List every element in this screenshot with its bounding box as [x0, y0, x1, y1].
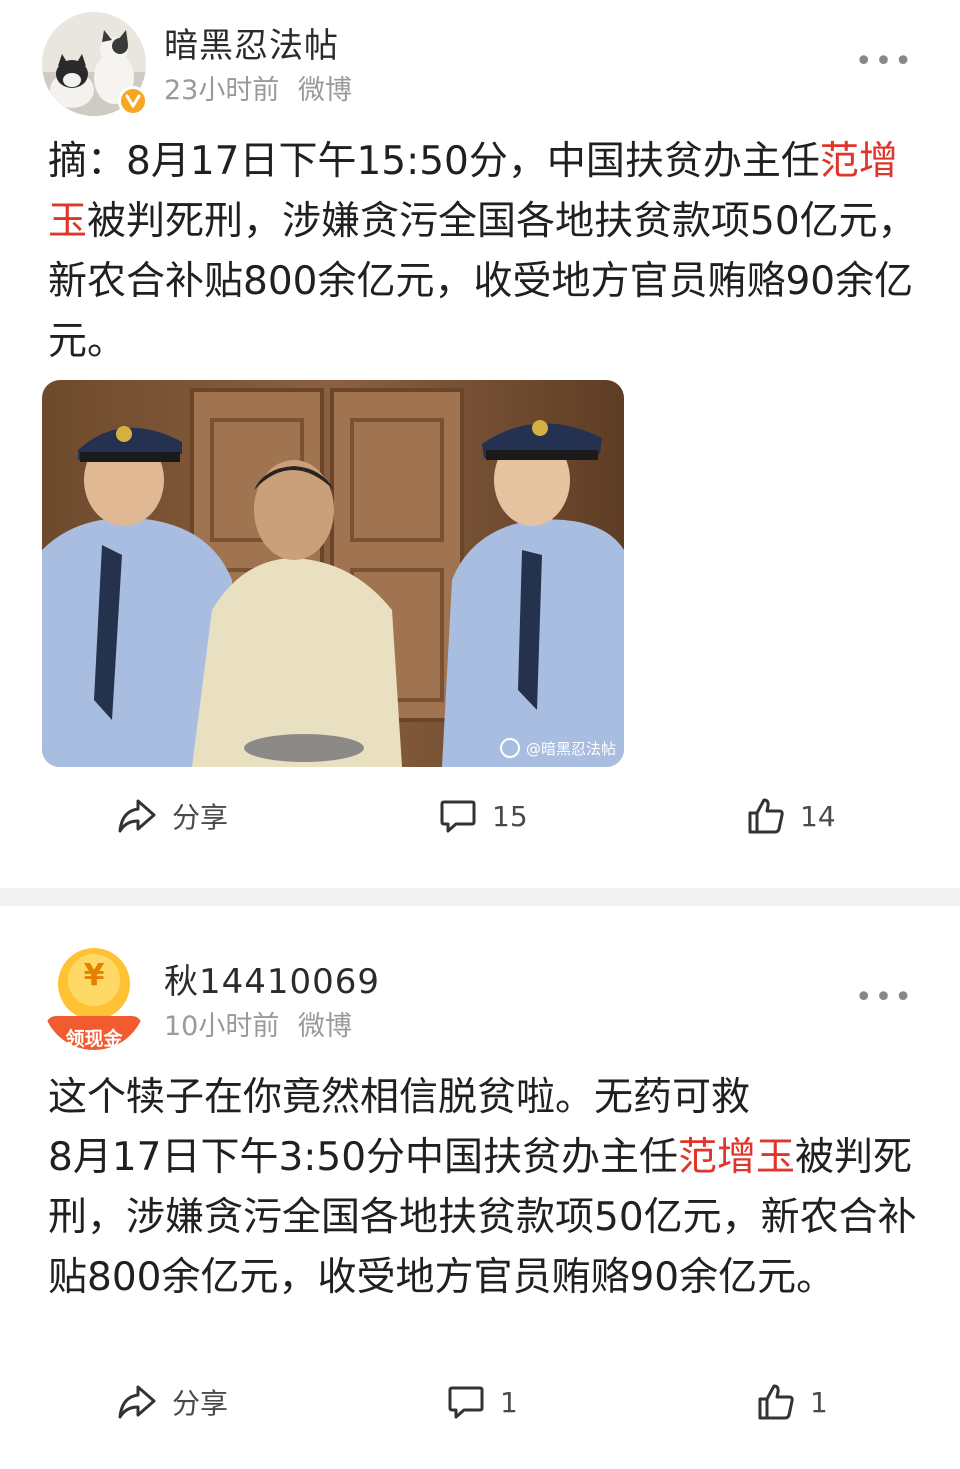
post-text-block: 8月17日下午3:50分中国扶贫办主任范增玉被判死刑，涉嫌贪污全国各地扶贫款项5…: [48, 1128, 918, 1308]
image-watermark: @暗黑忍法帖: [526, 740, 616, 758]
comment-icon: [440, 800, 476, 833]
comment-count: 15: [492, 799, 528, 833]
thumbs-up-icon: [748, 798, 784, 834]
username[interactable]: 秋14410069: [164, 954, 380, 1003]
post-text-part: 摘：8月17日下午15:50分，中国扶贫办主任: [48, 139, 820, 184]
share-label: 分享: [172, 801, 229, 834]
weibo-post: 暗黑忍法帖 23小时前 微博 ••• 摘：8月17日下午15:50分，中国扶贫办…: [0, 0, 960, 888]
post-time: 10小时前: [164, 1011, 280, 1042]
post-image[interactable]: @暗黑忍法帖: [42, 380, 624, 767]
avatar[interactable]: [42, 12, 148, 116]
post-text-line: 这个犊子在你竟然相信脱贫啦。无药可救: [48, 1075, 751, 1120]
share-icon: [118, 1385, 156, 1419]
post-meta: 23小时前 微博: [164, 68, 352, 107]
post-body: 摘：8月17日下午15:50分，中国扶贫办主任范增玉被判死刑，涉嫌贪污全国各地扶…: [48, 132, 918, 372]
avatar[interactable]: ¥ 领现金: [42, 946, 146, 1050]
post-body: 这个犊子在你竟然相信脱贫啦。无药可救 8月17日下午3:50分中国扶贫办主任范增玉…: [48, 1068, 918, 1308]
post-text-part: 8月17日下午3:50分中国扶贫办主任: [48, 1135, 679, 1180]
comment-button[interactable]: 15: [438, 796, 528, 836]
username[interactable]: 暗黑忍法帖: [164, 18, 339, 67]
verified-badge-icon: [118, 86, 148, 116]
like-count: 14: [800, 799, 836, 833]
post-text-part: 被判死刑，涉嫌贪污全国各地扶贫款项50亿元，新农合补贴800余亿元，收受地方官员…: [48, 199, 917, 364]
post-time: 23小时前: [164, 75, 280, 106]
more-options-icon[interactable]: •••: [855, 980, 914, 1015]
post-source: 微博: [297, 1011, 352, 1042]
post-source: 微博: [297, 75, 352, 106]
like-count: 1: [810, 1385, 828, 1419]
share-button[interactable]: 分享: [116, 1382, 228, 1422]
like-button[interactable]: 1: [756, 1382, 828, 1422]
coin-icon: ¥: [83, 958, 105, 993]
avatar-badge-label: 领现金: [65, 1028, 123, 1050]
thumbs-up-icon: [758, 1384, 794, 1420]
like-button[interactable]: 14: [746, 796, 836, 836]
share-label: 分享: [172, 1387, 229, 1420]
comment-button[interactable]: 1: [446, 1382, 518, 1422]
share-icon: [118, 799, 156, 833]
post-divider: [0, 888, 960, 906]
action-bar: 分享 1 1: [0, 1382, 960, 1442]
comment-icon: [448, 1386, 484, 1419]
highlighted-name-link[interactable]: 范增玉: [678, 1135, 795, 1180]
more-options-icon[interactable]: •••: [855, 44, 914, 79]
share-button[interactable]: 分享: [116, 796, 228, 836]
weibo-post: ¥ 领现金 秋14410069 10小时前 微博 ••• 这个犊子在你竟然相信脱…: [0, 906, 960, 1469]
comment-count: 1: [500, 1385, 518, 1419]
post-meta: 10小时前 微博: [164, 1004, 352, 1043]
action-bar: 分享 15 14: [0, 796, 960, 856]
